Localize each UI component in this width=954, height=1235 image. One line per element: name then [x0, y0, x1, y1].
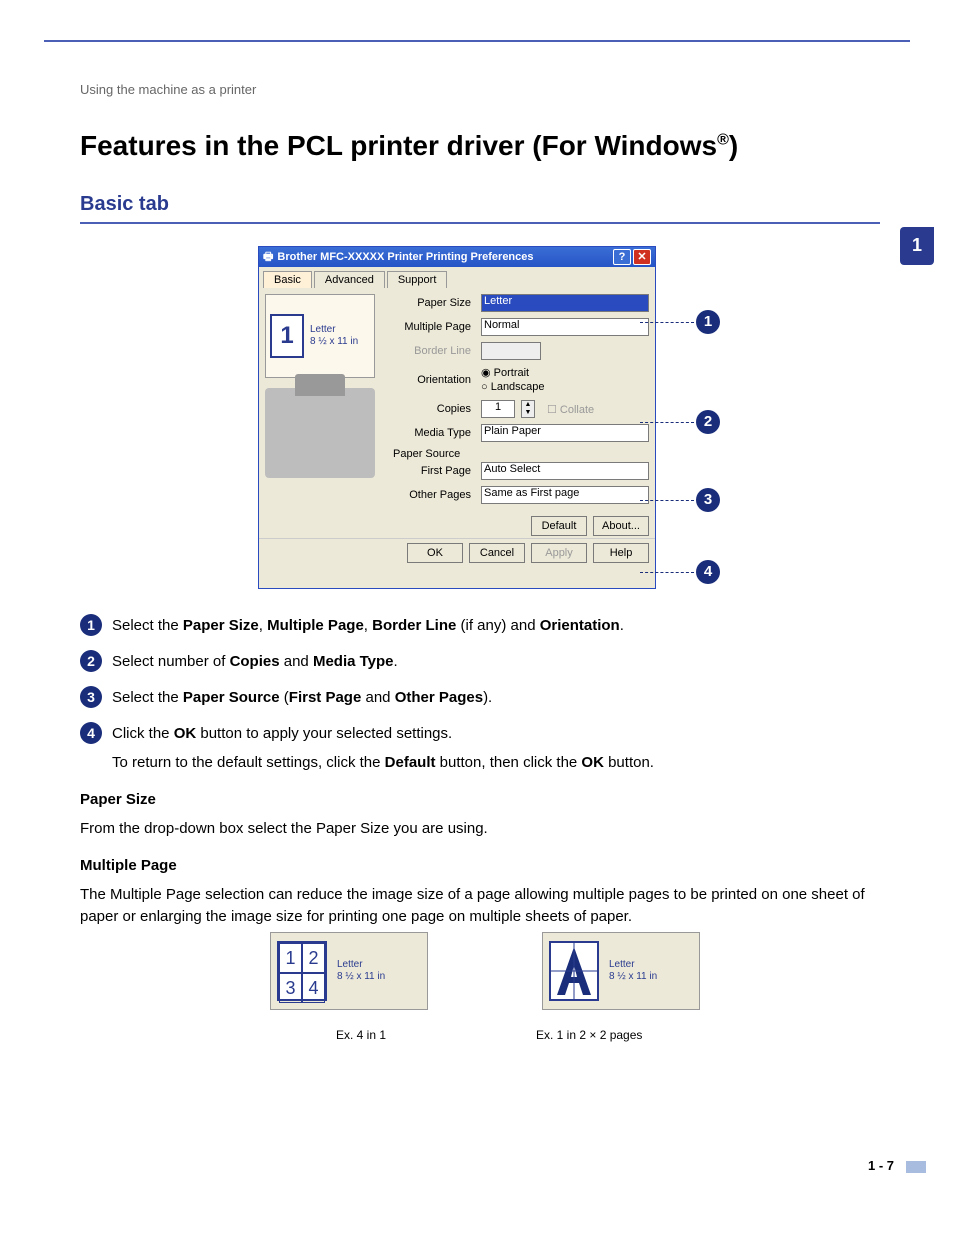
- example-1in2x2-caption: Ex. 1 in 2 × 2 pages: [536, 1028, 642, 1042]
- example-4in1-caption: Ex. 4 in 1: [336, 1028, 386, 1042]
- instructions-block: 1 Select the Paper Size, Multiple Page, …: [80, 614, 880, 928]
- example-4in1: 1234 Letter8 ½ x 11 in: [270, 932, 428, 1010]
- dialog-tabs: Basic Advanced Support: [259, 267, 655, 288]
- step-text-3: Select the Paper Source (First Page and …: [112, 686, 880, 710]
- example-1in2x2-icon: [549, 941, 599, 1001]
- orientation-landscape-radio[interactable]: ○ Landscape: [481, 380, 545, 394]
- step-badge-1: 1: [80, 614, 102, 636]
- page-preview-text: Letter8 ½ x 11 in: [310, 324, 358, 348]
- copies-spinner[interactable]: ▲▼: [521, 400, 535, 418]
- printer-image: [265, 388, 375, 478]
- copies-label: Copies: [393, 403, 475, 415]
- about-button[interactable]: About...: [593, 516, 649, 536]
- example-1in2x2: Letter8 ½ x 11 in: [542, 932, 700, 1010]
- dialog-title: Brother MFC-XXXXX Printer Printing Prefe…: [277, 251, 533, 263]
- paper-size-subhead: Paper Size: [80, 788, 880, 812]
- section-heading: Basic tab: [80, 193, 169, 216]
- help-titlebar-button[interactable]: ?: [613, 249, 631, 265]
- title-sup: ®: [717, 132, 729, 149]
- section-rule: [80, 222, 880, 224]
- window-icon: 🖶: [263, 248, 273, 267]
- other-pages-label: Other Pages: [393, 489, 475, 501]
- dialog-titlebar: 🖶 Brother MFC-XXXXX Printer Printing Pre…: [259, 247, 655, 267]
- media-type-select[interactable]: Plain Paper: [481, 424, 649, 442]
- example-4in1-grid: 1234: [277, 941, 327, 1001]
- step-4-subtext: To return to the default settings, click…: [112, 752, 880, 774]
- page-preview: 1 Letter8 ½ x 11 in: [265, 294, 375, 378]
- paper-size-select[interactable]: Letter: [481, 294, 649, 312]
- callout-dash-1: [640, 322, 694, 323]
- examples-row: 1234 Letter8 ½ x 11 in Letter8 ½ x 11 in: [270, 932, 700, 1010]
- apply-button[interactable]: Apply: [531, 543, 587, 563]
- media-type-label: Media Type: [393, 427, 475, 439]
- step-text-1: Select the Paper Size, Multiple Page, Bo…: [112, 614, 880, 638]
- step-badge-4: 4: [80, 722, 102, 744]
- help-button[interactable]: Help: [593, 543, 649, 563]
- tab-basic[interactable]: Basic: [263, 271, 312, 288]
- paper-source-header: Paper Source: [393, 448, 649, 460]
- step-badge-3: 3: [80, 686, 102, 708]
- callout-dash-3: [640, 500, 694, 501]
- first-page-label: First Page: [393, 465, 475, 477]
- callout-dash-2: [640, 422, 694, 423]
- printing-preferences-dialog: 🖶 Brother MFC-XXXXX Printer Printing Pre…: [258, 246, 656, 589]
- footer-mark: [906, 1161, 926, 1173]
- page-footer: 1 - 7: [868, 1158, 894, 1173]
- chapter-tab: 1: [900, 227, 934, 265]
- title-post: ): [729, 130, 738, 161]
- border-line-select: [481, 342, 541, 360]
- other-pages-select[interactable]: Same as First page: [481, 486, 649, 504]
- multiple-page-label: Multiple Page: [393, 321, 475, 333]
- tab-advanced[interactable]: Advanced: [314, 271, 385, 288]
- multiple-page-body: The Multiple Page selection can reduce t…: [80, 884, 880, 928]
- callout-dash-4: [640, 572, 694, 573]
- callout-2: 2: [696, 410, 720, 434]
- step-text-2: Select number of Copies and Media Type.: [112, 650, 880, 674]
- orientation-portrait-radio[interactable]: ◉ Portrait: [481, 366, 545, 380]
- callout-1: 1: [696, 310, 720, 334]
- callout-3: 3: [696, 488, 720, 512]
- border-line-label: Border Line: [393, 345, 475, 357]
- multiple-page-subhead: Multiple Page: [80, 854, 880, 878]
- tab-support[interactable]: Support: [387, 271, 448, 288]
- ok-button[interactable]: OK: [407, 543, 463, 563]
- orientation-label: Orientation: [393, 374, 475, 386]
- title-pre: Features in the PCL printer driver (For …: [80, 130, 717, 161]
- default-button[interactable]: Default: [531, 516, 587, 536]
- collate-checkbox: ☐ Collate: [547, 403, 594, 416]
- paper-size-body: From the drop-down box select the Paper …: [80, 818, 880, 840]
- copies-input[interactable]: 1: [481, 400, 515, 418]
- callout-4: 4: [696, 560, 720, 584]
- close-titlebar-button[interactable]: ✕: [633, 249, 651, 265]
- step-badge-2: 2: [80, 650, 102, 672]
- breadcrumb: Using the machine as a printer: [80, 82, 256, 97]
- multiple-page-select[interactable]: Normal: [481, 318, 649, 336]
- page-title: Features in the PCL printer driver (For …: [80, 130, 738, 162]
- paper-size-label: Paper Size: [393, 297, 475, 309]
- page-preview-icon: 1: [270, 314, 304, 358]
- first-page-select[interactable]: Auto Select: [481, 462, 649, 480]
- top-rule: [44, 40, 910, 42]
- cancel-button[interactable]: Cancel: [469, 543, 525, 563]
- step-text-4: Click the OK button to apply your select…: [112, 722, 880, 746]
